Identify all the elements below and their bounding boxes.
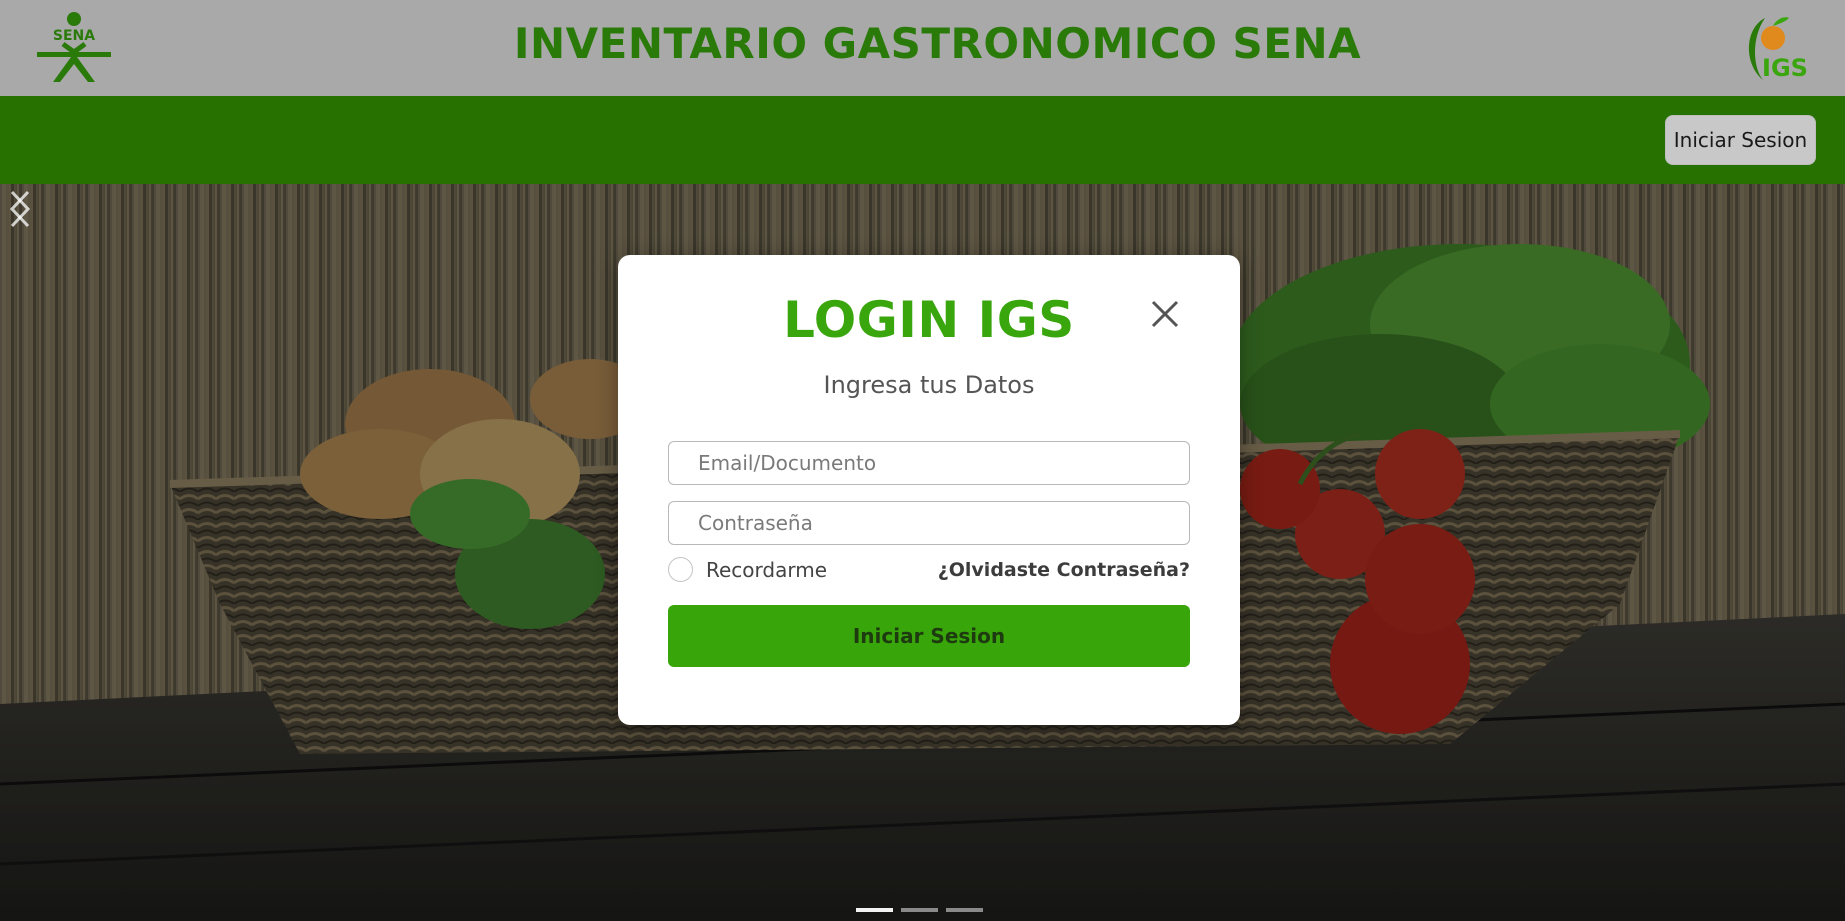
page: SENA INVENTARIO GASTRONOMICO SENA IGS In… bbox=[0, 0, 1845, 921]
carousel-indicators bbox=[856, 908, 983, 912]
carousel-indicator-2[interactable] bbox=[901, 908, 938, 912]
igs-logo-text: IGS bbox=[1762, 54, 1807, 82]
navbar: Iniciar Sesion bbox=[0, 96, 1845, 184]
modal-subtitle: Ingresa tus Datos bbox=[823, 371, 1035, 399]
carousel-next-icon[interactable] bbox=[0, 184, 40, 234]
login-modal: LOGIN IGS Ingresa tus Datos Recordarme ¿… bbox=[618, 255, 1240, 725]
remember-me-label: Recordarme bbox=[706, 557, 828, 582]
remember-me[interactable]: Recordarme bbox=[668, 557, 827, 582]
remember-me-checkbox[interactable] bbox=[668, 557, 693, 582]
email-field[interactable] bbox=[668, 441, 1190, 485]
igs-logo: IGS bbox=[1748, 17, 1807, 82]
login-submit-button[interactable]: Iniciar Sesion bbox=[668, 605, 1190, 667]
nav-login-button[interactable]: Iniciar Sesion bbox=[1665, 115, 1816, 165]
close-icon[interactable] bbox=[1145, 294, 1185, 334]
carousel-indicator-3[interactable] bbox=[946, 908, 983, 912]
forgot-password-link[interactable]: ¿Olvidaste Contraseña? bbox=[938, 559, 1190, 581]
carousel-indicator-1[interactable] bbox=[856, 908, 893, 912]
top-header: SENA INVENTARIO GASTRONOMICO SENA IGS bbox=[0, 0, 1845, 96]
password-field[interactable] bbox=[668, 501, 1190, 545]
app-title: INVENTARIO GASTRONOMICO SENA bbox=[513, 19, 1362, 68]
